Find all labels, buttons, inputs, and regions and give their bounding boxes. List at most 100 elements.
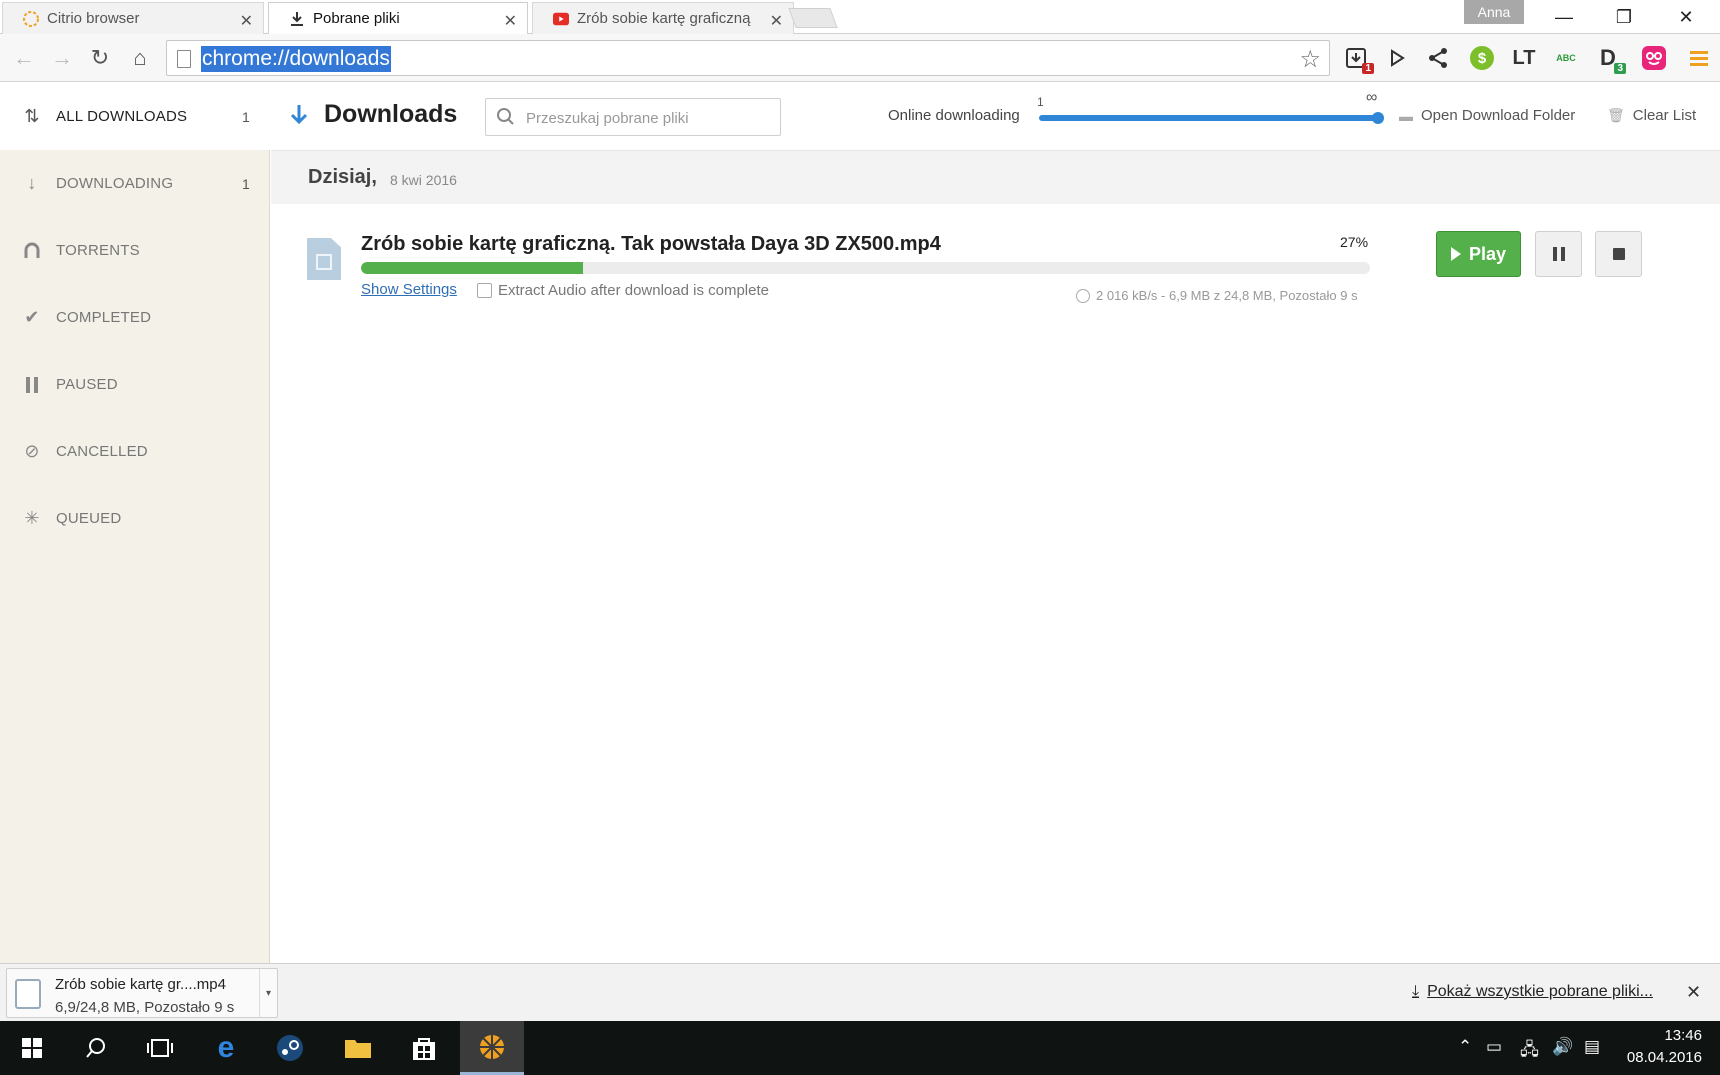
extract-audio-checkbox[interactable] [477, 283, 492, 298]
dollar-icon[interactable]: $ [1466, 42, 1498, 74]
windows-start-icon[interactable] [0, 1021, 64, 1075]
clear-list-button[interactable]: 🗑 Clear List [1607, 107, 1696, 124]
stop-button[interactable] [1595, 231, 1642, 277]
browser-toolbar: ← → ↻ ⌂ chrome://downloads ☆ 1 $ LT ABC … [0, 34, 1720, 82]
play-label: Play [1468, 243, 1507, 264]
cancel-icon: ⊘ [24, 441, 40, 461]
chevron-down-icon[interactable]: ▾ [259, 969, 277, 1017]
pause-icon [1552, 247, 1565, 261]
spinner-icon: ✳ [24, 508, 40, 528]
menu-icon[interactable] [1683, 42, 1715, 74]
new-tab-button[interactable] [788, 8, 838, 28]
sidebar-item-queued[interactable]: ✳ QUEUED [0, 485, 270, 552]
taskbar-time[interactable]: 13:46 [1626, 1027, 1702, 1044]
download-shelf: Zrób sobie kartę gr....mp4 6,9/24,8 MB, … [0, 963, 1720, 1021]
online-downloading-slider[interactable] [1039, 112, 1384, 124]
sidebar-item-paused[interactable]: PAUSED [0, 351, 270, 418]
close-icon[interactable]: ✕ [770, 11, 783, 31]
sidebar-item-cancelled[interactable]: ⊘ CANCELLED [0, 418, 270, 485]
url-text[interactable]: chrome://downloads [201, 46, 391, 72]
close-shelf-icon[interactable]: ✕ [1686, 982, 1701, 1003]
shelf-download-item[interactable]: Zrób sobie kartę gr....mp4 6,9/24,8 MB, … [6, 968, 278, 1018]
slider-min-label: 1 [1037, 95, 1044, 109]
show-settings-link[interactable]: Show Settings [361, 281, 457, 298]
task-view-icon[interactable] [128, 1021, 192, 1075]
home-button[interactable]: ⌂ [124, 42, 156, 74]
sidebar-item-label: CANCELLED [56, 443, 148, 460]
pause-button[interactable] [1535, 231, 1582, 277]
minimize-button[interactable]: — [1536, 2, 1592, 32]
profile-button[interactable]: Anna [1464, 0, 1524, 24]
pocket-icon[interactable] [1638, 42, 1670, 74]
back-button[interactable]: ← [8, 42, 40, 74]
trash-icon: 🗑 [1607, 107, 1625, 123]
network-icon[interactable]: 🖧 [1520, 1037, 1539, 1066]
download-icon: ⤓ [1412, 983, 1420, 1000]
close-icon[interactable]: ✕ [504, 11, 517, 31]
all-downloads-icon: ⇅ [24, 106, 40, 126]
volume-icon[interactable]: 🔊 [1552, 1037, 1573, 1057]
clear-list-label: Clear List [1632, 107, 1697, 124]
search-box[interactable] [485, 98, 781, 136]
tab-downloads[interactable]: Pobrane pliki ✕ [268, 2, 528, 34]
reload-button[interactable]: ↻ [84, 42, 116, 74]
slider-knob[interactable] [1372, 112, 1384, 124]
lt-text: LT [1512, 46, 1536, 69]
open-folder-label: Open Download Folder [1421, 107, 1576, 124]
battery-icon[interactable]: ▭ [1486, 1037, 1502, 1057]
notifications-icon[interactable]: ▤ [1584, 1037, 1600, 1057]
sidebar-item-completed[interactable]: ✔ COMPLETED [0, 284, 270, 351]
play-button[interactable]: Play [1436, 231, 1521, 277]
badge: 3 [1614, 63, 1626, 74]
tab-bar: Citrio browser ✕ Pobrane pliki ✕ Zrób so… [0, 0, 1720, 34]
search-input[interactable] [526, 106, 766, 130]
search-icon [496, 107, 516, 127]
d-extension-icon[interactable]: D 3 [1592, 42, 1626, 74]
edge-icon[interactable]: e [194, 1021, 258, 1075]
sidebar-item-label: QUEUED [56, 510, 122, 527]
store-icon[interactable] [392, 1021, 456, 1075]
tab-label: Zrób sobie kartę graficzną [577, 10, 751, 27]
folder-icon: ▬ [1399, 107, 1413, 124]
tab-youtube[interactable]: Zrób sobie kartę graficzną ✕ [532, 2, 794, 34]
tab-citrio[interactable]: Citrio browser ✕ [2, 2, 264, 34]
restore-button[interactable]: ❐ [1596, 2, 1652, 32]
download-progress-bar [361, 262, 1370, 274]
sidebar-item-downloading[interactable]: ↓ DOWNLOADING 1 [0, 150, 270, 217]
download-icon [289, 11, 305, 27]
date-group-header: Dzisiaj, 8 kwi 2016 [271, 151, 1720, 204]
tab-label: Pobrane pliki [313, 10, 400, 27]
open-download-folder-button[interactable]: ▬ Open Download Folder [1399, 107, 1575, 124]
extract-audio-label: Extract Audio after download is complete [498, 282, 769, 299]
citrio-icon [23, 10, 39, 27]
citrio-taskbar-icon[interactable] [460, 1021, 524, 1075]
play-icon[interactable] [1381, 42, 1413, 74]
bookmark-star-icon[interactable]: ☆ [1299, 45, 1321, 74]
windows-taskbar: e ⌃ ▭ 🖧 🔊 ▤ 13:46 08.04.2016 [0, 1021, 1720, 1075]
spellcheck-icon[interactable]: ABC [1550, 42, 1582, 74]
sidebar-item-label: ALL DOWNLOADS [56, 108, 188, 125]
show-all-downloads-link[interactable]: ⤓ Pokaż wszystkie pobrane pliki... [1412, 983, 1653, 1001]
download-stats: 2 016 kB/s - 6,9 MB z 24,8 MB, Pozostało… [1076, 288, 1358, 303]
search-icon[interactable] [64, 1021, 128, 1075]
stop-icon [1612, 248, 1625, 260]
sidebar-item-label: COMPLETED [56, 309, 152, 326]
close-icon[interactable]: ✕ [240, 11, 253, 31]
page-title: Downloads [324, 100, 458, 128]
forward-button[interactable]: → [46, 42, 78, 74]
sidebar-item-torrents[interactable]: TORRENTS [0, 217, 270, 284]
close-window-button[interactable]: ✕ [1658, 2, 1714, 32]
pause-icon [22, 375, 42, 395]
download-manager-icon[interactable]: 1 [1340, 42, 1374, 74]
share-icon[interactable] [1422, 42, 1454, 74]
address-bar[interactable]: chrome://downloads ☆ [166, 40, 1330, 76]
date-day-label: Dzisiaj, [308, 166, 377, 188]
chevron-up-icon[interactable]: ⌃ [1458, 1037, 1472, 1057]
magnet-icon [22, 241, 42, 261]
download-file-name[interactable]: Zrób sobie kartę graficzną. Tak powstała… [361, 233, 941, 256]
file-explorer-icon[interactable] [326, 1021, 390, 1075]
languagetool-icon[interactable]: LT [1508, 42, 1540, 74]
steam-icon[interactable] [258, 1021, 322, 1075]
sidebar-item-all-downloads[interactable]: ⇅ ALL DOWNLOADS 1 [0, 83, 270, 150]
taskbar-date[interactable]: 08.04.2016 [1620, 1049, 1702, 1066]
